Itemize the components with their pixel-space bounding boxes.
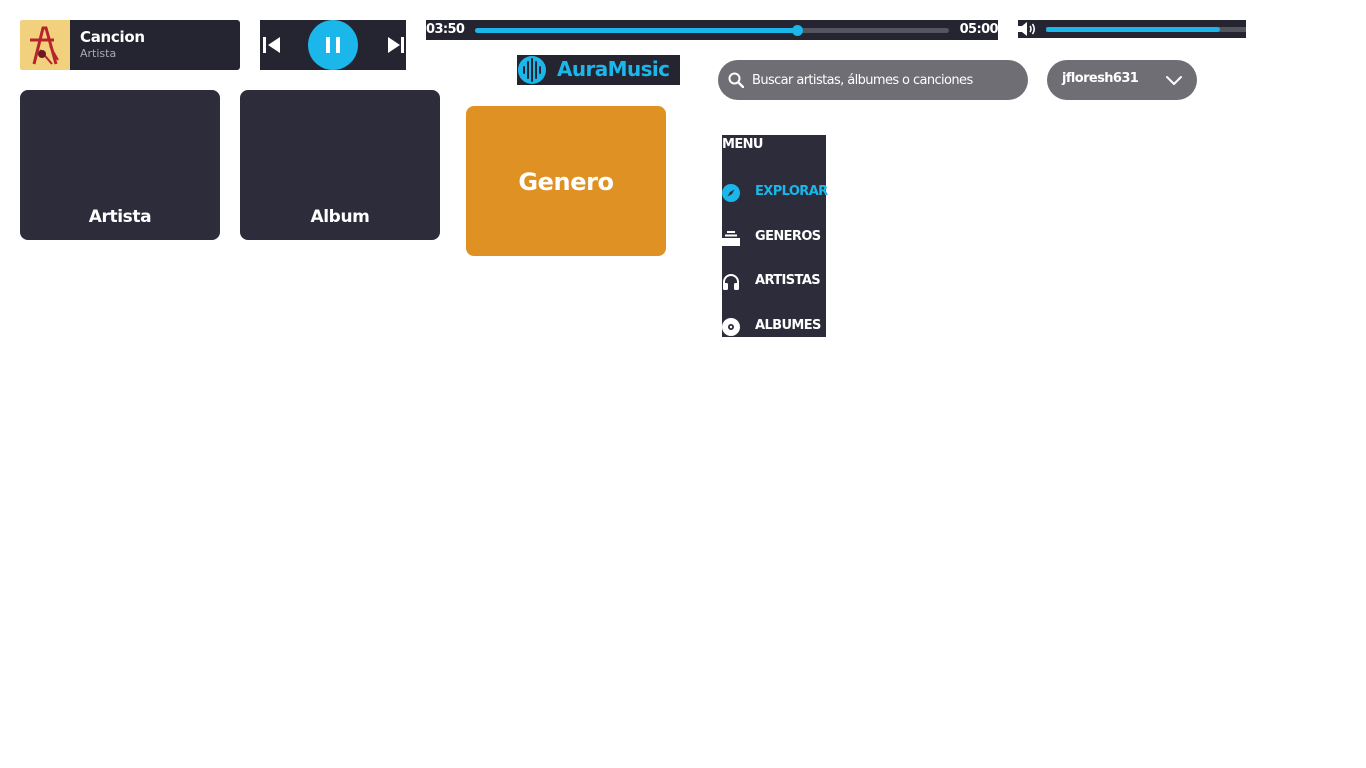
now-playing-panel: Cancion Artista bbox=[20, 20, 240, 70]
menu-title: MENU bbox=[722, 137, 763, 152]
seek-handle[interactable] bbox=[792, 25, 804, 36]
playback-controls bbox=[260, 20, 406, 70]
total-time: 05:00 bbox=[959, 22, 999, 37]
previous-track-button[interactable] bbox=[262, 35, 280, 55]
pause-button[interactable] bbox=[308, 20, 358, 70]
menu-item-label: GENEROS bbox=[755, 229, 821, 244]
stack-icon bbox=[722, 231, 740, 246]
pause-icon bbox=[326, 37, 340, 53]
user-menu-dropdown[interactable]: jfloresh631 bbox=[1047, 60, 1197, 100]
disc-icon bbox=[722, 318, 740, 336]
compass-icon bbox=[722, 184, 740, 202]
genero-card-label: Genero bbox=[518, 168, 614, 196]
genero-card[interactable]: Genero bbox=[466, 106, 666, 256]
seek-bar-fill bbox=[475, 28, 798, 33]
skip-back-icon bbox=[263, 37, 280, 53]
volume-slider-fill bbox=[1046, 27, 1220, 32]
album-card-label: Album bbox=[310, 207, 370, 227]
soundwave-logo-icon bbox=[518, 56, 546, 84]
chevron-down-icon bbox=[1166, 76, 1182, 85]
menu-item-label: EXPLORAR bbox=[755, 184, 828, 199]
search-input[interactable] bbox=[752, 70, 1022, 90]
volume-button[interactable] bbox=[1018, 21, 1038, 37]
seek-bar[interactable] bbox=[475, 25, 949, 36]
current-time: 03:50 bbox=[426, 22, 465, 37]
menu-item-albumes[interactable]: ALBUMES bbox=[722, 317, 826, 337]
menu-item-label: ARTISTAS bbox=[755, 273, 821, 288]
song-artist: Artista bbox=[80, 47, 117, 60]
menu-item-generos[interactable]: GENEROS bbox=[722, 228, 826, 248]
search-icon bbox=[728, 72, 744, 88]
artista-card[interactable]: Artista bbox=[20, 90, 220, 240]
app-logo[interactable]: AuraMusic bbox=[517, 55, 680, 85]
speaker-icon bbox=[1018, 22, 1036, 36]
playback-progress: 03:50 05:00 bbox=[426, 20, 999, 40]
song-title: Cancion bbox=[80, 28, 145, 46]
album-cover-image[interactable] bbox=[20, 20, 70, 70]
username: jfloresh631 bbox=[1062, 71, 1139, 86]
search-box bbox=[718, 60, 1028, 100]
menu-item-artistas[interactable]: ARTISTAS bbox=[722, 272, 826, 292]
menu-item-label: ALBUMES bbox=[755, 318, 821, 333]
album-card[interactable]: Album bbox=[240, 90, 440, 240]
menu-item-explorar[interactable]: EXPLORAR bbox=[722, 183, 828, 203]
sidebar-menu: MENU EXPLORAR GENEROS ARTISTAS ALBUMES bbox=[722, 135, 828, 337]
volume-control bbox=[1018, 20, 1246, 38]
headphones-icon bbox=[723, 274, 739, 290]
volume-slider[interactable] bbox=[1046, 27, 1246, 32]
logo-text: AuraMusic bbox=[557, 57, 670, 81]
artista-card-label: Artista bbox=[88, 207, 152, 227]
next-track-button[interactable] bbox=[386, 35, 404, 55]
skip-forward-icon bbox=[388, 37, 404, 53]
